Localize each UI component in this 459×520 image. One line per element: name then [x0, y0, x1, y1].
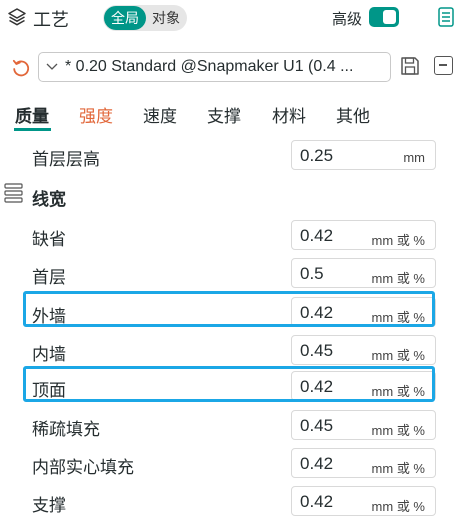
- tab-support[interactable]: 支撑: [207, 102, 241, 127]
- field-value: 0.45: [300, 416, 334, 435]
- field-value: 0.42: [300, 226, 334, 245]
- tab-quality[interactable]: 质量: [15, 102, 49, 127]
- edit-list-icon[interactable]: [438, 7, 454, 27]
- field-unit: mm 或 %: [371, 233, 425, 248]
- tab-speed[interactable]: 速度: [143, 102, 177, 127]
- field-unit: mm 或 %: [371, 348, 425, 363]
- setting-label: 支撑: [32, 496, 66, 515]
- line-width-internal-solid-infill-input[interactable]: 0.42 mm 或 %: [291, 448, 436, 478]
- scope-object-button[interactable]: 对象: [147, 6, 185, 30]
- line-width-sparse-infill-input[interactable]: 0.45 mm 或 %: [291, 410, 436, 440]
- scope-switch[interactable]: 全局 对象: [103, 5, 187, 31]
- field-unit: mm: [403, 150, 425, 165]
- setting-label: 内墙: [32, 345, 66, 364]
- setting-label: 内部实心填充: [32, 458, 134, 477]
- field-value: 0.42: [300, 492, 334, 511]
- setting-label: 首层: [32, 268, 66, 287]
- field-unit: mm 或 %: [371, 461, 425, 476]
- line-width-default-input[interactable]: 0.42 mm 或 %: [291, 220, 436, 250]
- field-unit: mm 或 %: [371, 271, 425, 286]
- chevron-down-icon: [46, 63, 58, 70]
- group-title-line-width: 线宽: [32, 190, 66, 209]
- preset-dropdown[interactable]: * 0.20 Standard @Snapmaker U1 (0.4 ...: [38, 52, 391, 82]
- line-width-support-input[interactable]: 0.42 mm 或 %: [291, 486, 436, 516]
- field-value: 0.45: [300, 341, 334, 360]
- field-value: 0.5: [300, 264, 324, 283]
- tab-strength[interactable]: 强度: [79, 102, 113, 127]
- panel-title: 工艺: [33, 10, 69, 30]
- line-width-group-icon: [4, 183, 23, 203]
- advanced-label: 高级: [332, 11, 363, 28]
- field-value: 0.42: [300, 454, 334, 473]
- save-icon[interactable]: [400, 56, 420, 76]
- preset-name: * 0.20 Standard @Snapmaker U1 (0.4 ...: [65, 58, 354, 75]
- collapse-icon[interactable]: [434, 56, 453, 75]
- tab-other[interactable]: 其他: [336, 102, 370, 127]
- undo-icon[interactable]: [11, 58, 31, 78]
- first-layer-height-input[interactable]: 0.25 mm: [291, 140, 436, 170]
- toggle-knob: [383, 10, 396, 24]
- highlight-outer-wall: [23, 291, 435, 327]
- line-width-inner-wall-input[interactable]: 0.45 mm 或 %: [291, 335, 436, 365]
- field-value: 0.25: [300, 146, 334, 165]
- layers-icon: [8, 8, 26, 26]
- scope-global-button[interactable]: 全局: [104, 6, 146, 30]
- field-unit: mm 或 %: [371, 499, 425, 514]
- settings-tabs: 质量 强度 速度 支撑 材料 其他: [0, 102, 459, 130]
- top-bar: 工艺 全局 对象 高级: [0, 0, 459, 36]
- highlight-top-surface: [23, 366, 435, 402]
- setting-label: 首层层高: [32, 150, 100, 169]
- field-unit: mm 或 %: [371, 423, 425, 438]
- line-width-first-layer-input[interactable]: 0.5 mm 或 %: [291, 258, 436, 288]
- setting-label: 缺省: [32, 230, 66, 249]
- active-tab-indicator: [14, 128, 51, 131]
- advanced-toggle[interactable]: [369, 7, 399, 27]
- tab-material[interactable]: 材料: [272, 102, 306, 127]
- setting-label: 稀疏填充: [32, 420, 100, 439]
